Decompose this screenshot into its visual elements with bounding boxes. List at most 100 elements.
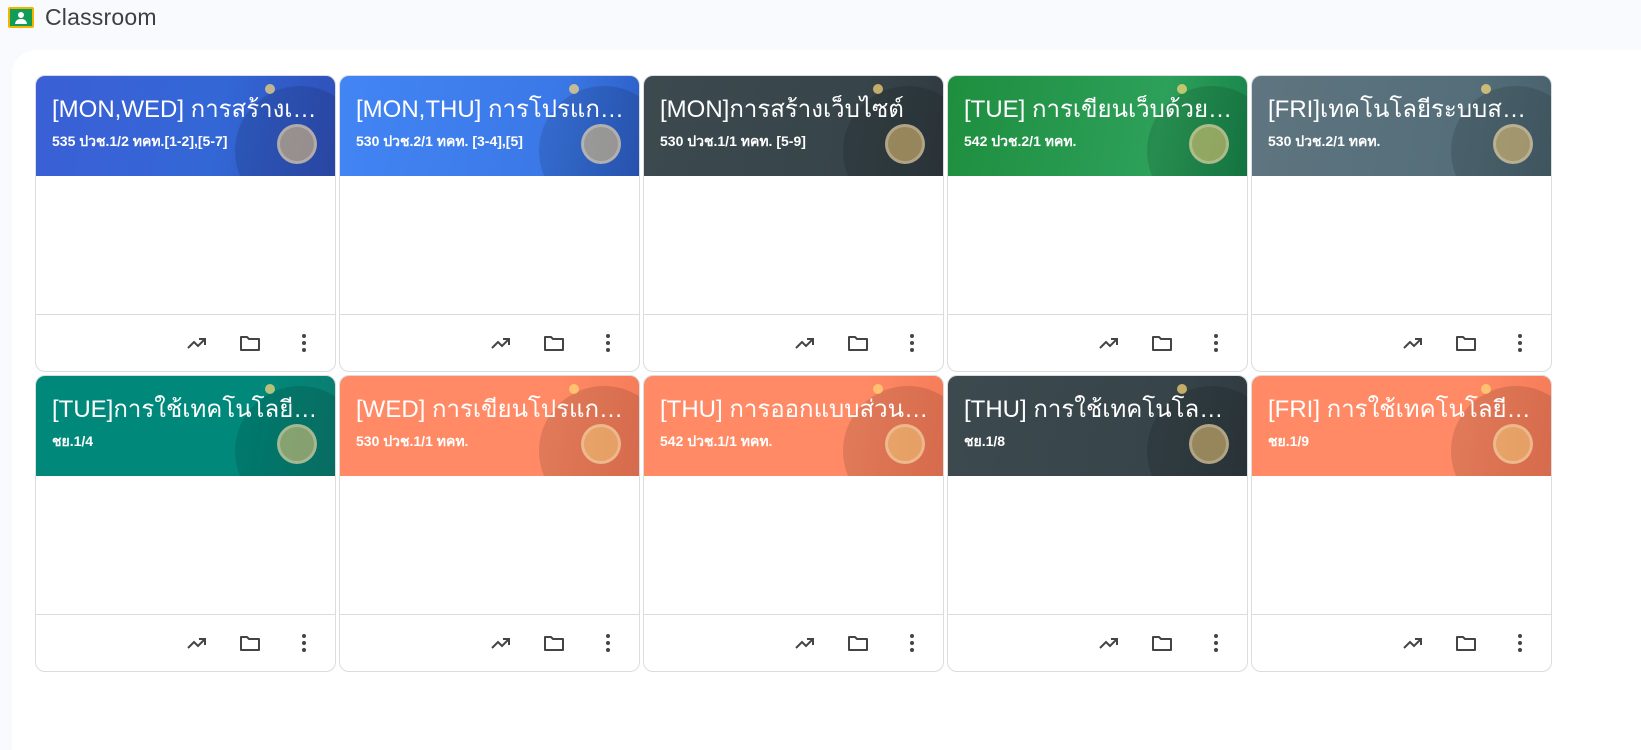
app-title[interactable]: Classroom <box>45 4 157 31</box>
open-folder-button[interactable] <box>234 327 266 359</box>
stream-button[interactable] <box>1093 327 1125 359</box>
class-title[interactable]: [FRI] การใช้เทคโนโลยีดิจิทั... <box>1268 395 1538 425</box>
open-folder-button[interactable] <box>234 627 266 659</box>
more-vert-icon <box>292 631 316 655</box>
class-title[interactable]: [MON,THU] การโปรแกรม... <box>356 95 626 125</box>
class-title[interactable]: [MON,WED] การสร้างเว็บ... <box>52 95 322 125</box>
stream-button[interactable] <box>1397 627 1429 659</box>
trending-up-icon <box>793 331 817 355</box>
class-section: 530 ปวช.2/1 ทคท. <box>1268 133 1381 149</box>
class-card[interactable]: [TUE]การใช้เทคโนโลยีดิจิ... ชย.1/4 <box>35 375 336 672</box>
class-card[interactable]: [THU] การออกแบบส่วนติ... 542 ปวช.1/1 ทคท. <box>643 375 944 672</box>
open-folder-button[interactable] <box>1146 327 1178 359</box>
class-card-banner[interactable]: [FRI]เทคโนโลยีระบบสมอง... 530 ปวช.2/1 ทคท… <box>1252 76 1551 176</box>
top-bar: Classroom <box>0 0 1641 44</box>
class-section: 542 ปวช.2/1 ทคท. <box>964 133 1077 149</box>
class-card[interactable]: [MON]การสร้างเว็บไซต์ 530 ปวช.1/1 ทคท. [5… <box>643 75 944 372</box>
class-card-banner[interactable]: [TUE] การเขียนเว็บด้วยบูท... 542 ปวช.2/1 … <box>948 76 1247 176</box>
banner-illustration-icon <box>1177 84 1187 94</box>
more-vert-icon <box>1508 631 1532 655</box>
banner-illustration-icon <box>569 84 579 94</box>
more-vert-icon <box>900 631 924 655</box>
more-vert-icon <box>292 331 316 355</box>
folder-icon <box>542 331 566 355</box>
class-card[interactable]: [MON,WED] การสร้างเว็บ... 535 ปวช.1/2 ทคท… <box>35 75 336 372</box>
open-folder-button[interactable] <box>538 627 570 659</box>
class-card-banner[interactable]: [WED] การเขียนโปรแกรม... 530 ปวช.1/1 ทคท. <box>340 376 639 476</box>
class-title[interactable]: [TUE] การเขียนเว็บด้วยบูท... <box>964 95 1234 125</box>
class-card-banner[interactable]: [MON,WED] การสร้างเว็บ... 535 ปวช.1/2 ทคท… <box>36 76 335 176</box>
class-title[interactable]: [THU] การออกแบบส่วนติ... <box>660 395 930 425</box>
class-card[interactable]: [TUE] การเขียนเว็บด้วยบูท... 542 ปวช.2/1 … <box>947 75 1248 372</box>
class-card[interactable]: [FRI] การใช้เทคโนโลยีดิจิทั... ชย.1/9 <box>1251 375 1552 672</box>
banner-illustration-icon <box>873 384 883 394</box>
stream-button[interactable] <box>485 627 517 659</box>
class-title[interactable]: [MON]การสร้างเว็บไซต์ <box>660 95 930 125</box>
open-folder-button[interactable] <box>1450 327 1482 359</box>
class-card-footer <box>1252 614 1551 671</box>
more-options-button[interactable] <box>896 327 928 359</box>
class-card-banner[interactable]: [THU] การออกแบบส่วนติ... 542 ปวช.1/1 ทคท. <box>644 376 943 476</box>
classroom-logo-icon[interactable] <box>8 7 34 28</box>
trending-up-icon <box>1401 331 1425 355</box>
open-folder-button[interactable] <box>842 327 874 359</box>
more-options-button[interactable] <box>1504 327 1536 359</box>
class-card[interactable]: [MON,THU] การโปรแกรม... 530 ปวช.2/1 ทคท. … <box>339 75 640 372</box>
folder-icon <box>542 631 566 655</box>
class-section: 535 ปวช.1/2 ทคท.[1-2],[5-7] <box>52 133 228 149</box>
more-options-button[interactable] <box>1504 627 1536 659</box>
class-section: 542 ปวช.1/1 ทคท. <box>660 433 773 449</box>
class-card-footer <box>340 314 639 371</box>
class-card-banner[interactable]: [MON,THU] การโปรแกรม... 530 ปวช.2/1 ทคท. … <box>340 76 639 176</box>
class-title[interactable]: [TUE]การใช้เทคโนโลยีดิจิ... <box>52 395 322 425</box>
class-card-banner[interactable]: [TUE]การใช้เทคโนโลยีดิจิ... ชย.1/4 <box>36 376 335 476</box>
stream-button[interactable] <box>1093 627 1125 659</box>
class-card[interactable]: [WED] การเขียนโปรแกรม... 530 ปวช.1/1 ทคท. <box>339 375 640 672</box>
stream-button[interactable] <box>181 327 213 359</box>
class-card-banner[interactable]: [MON]การสร้างเว็บไซต์ 530 ปวช.1/1 ทคท. [5… <box>644 76 943 176</box>
class-card[interactable]: [THU] การใช้เทคโนโลยีดิจิ... ชย.1/8 <box>947 375 1248 672</box>
stream-button[interactable] <box>1397 327 1429 359</box>
folder-icon <box>238 631 262 655</box>
class-section: ชย.1/9 <box>1268 433 1310 449</box>
trending-up-icon <box>185 631 209 655</box>
trending-up-icon <box>489 631 513 655</box>
class-card-footer <box>36 614 335 671</box>
more-options-button[interactable] <box>288 627 320 659</box>
more-options-button[interactable] <box>592 327 624 359</box>
banner-illustration-icon <box>1177 384 1187 394</box>
class-card-footer <box>340 614 639 671</box>
more-options-button[interactable] <box>896 627 928 659</box>
more-options-button[interactable] <box>1200 327 1232 359</box>
class-title[interactable]: [FRI]เทคโนโลยีระบบสมอง... <box>1268 95 1538 125</box>
more-vert-icon <box>1204 331 1228 355</box>
class-section: ชย.1/4 <box>52 433 94 449</box>
folder-icon <box>1454 331 1478 355</box>
trending-up-icon <box>1097 631 1121 655</box>
open-folder-button[interactable] <box>1146 627 1178 659</box>
trending-up-icon <box>1097 331 1121 355</box>
open-folder-button[interactable] <box>1450 627 1482 659</box>
more-options-button[interactable] <box>592 627 624 659</box>
banner-illustration-icon <box>1481 384 1491 394</box>
trending-up-icon <box>1401 631 1425 655</box>
more-vert-icon <box>900 331 924 355</box>
stream-button[interactable] <box>789 627 821 659</box>
trending-up-icon <box>185 331 209 355</box>
open-folder-button[interactable] <box>842 627 874 659</box>
class-title[interactable]: [THU] การใช้เทคโนโลยีดิจิ... <box>964 395 1234 425</box>
class-card-banner[interactable]: [THU] การใช้เทคโนโลยีดิจิ... ชย.1/8 <box>948 376 1247 476</box>
folder-icon <box>846 631 870 655</box>
class-section: ชย.1/8 <box>964 433 1006 449</box>
more-options-button[interactable] <box>288 327 320 359</box>
class-card-footer <box>644 614 943 671</box>
class-title[interactable]: [WED] การเขียนโปรแกรม... <box>356 395 626 425</box>
class-card[interactable]: [FRI]เทคโนโลยีระบบสมอง... 530 ปวช.2/1 ทคท… <box>1251 75 1552 372</box>
folder-icon <box>846 331 870 355</box>
open-folder-button[interactable] <box>538 327 570 359</box>
stream-button[interactable] <box>485 327 517 359</box>
stream-button[interactable] <box>181 627 213 659</box>
class-card-banner[interactable]: [FRI] การใช้เทคโนโลยีดิจิทั... ชย.1/9 <box>1252 376 1551 476</box>
stream-button[interactable] <box>789 327 821 359</box>
more-options-button[interactable] <box>1200 627 1232 659</box>
